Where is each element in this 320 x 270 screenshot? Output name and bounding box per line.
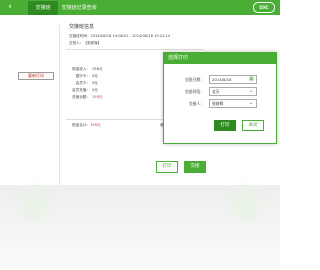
chevron-left-icon: ‹ — [8, 2, 12, 12]
brand-logo: DXC — [253, 2, 275, 13]
person-value: 【张前辉】 — [83, 41, 102, 45]
tab-handover-records[interactable]: 交接班记录查询 — [58, 1, 100, 15]
person-label: 交接人： — [188, 101, 204, 106]
row-value: 158元 — [92, 95, 103, 99]
decorative-glow — [20, 190, 50, 220]
handover-person: 交班人：【张前辉】 — [69, 41, 101, 46]
print-dialog: 选择打印 交班日期： 2014/8/18 ▦ 交班时段： 全天 ⌄ 交接人： 张… — [163, 52, 277, 144]
row-label: 银行卡： — [75, 74, 90, 78]
period-value: 全天 — [212, 89, 220, 94]
period-label: 交班时段： — [185, 89, 204, 94]
left-panel: 重新打印 — [8, 25, 60, 185]
app-window: ‹ 交接班 交接班记录查询 DXC 重新打印 交接班信息 交接班时间：2014/… — [0, 0, 280, 270]
person-value: 张前辉 — [212, 101, 224, 106]
row-label: 会员卡： — [75, 81, 90, 85]
row-label: 会员充值： — [72, 88, 90, 92]
cash-label: 现金合计： — [72, 123, 90, 127]
row-value: 0元 — [92, 74, 98, 78]
person-select[interactable]: 张前辉 ⌄ — [209, 99, 257, 108]
back-button[interactable]: ‹ — [3, 2, 17, 13]
dialog-close-button[interactable]: 关闭 — [242, 120, 264, 131]
chevron-down-icon[interactable]: ⌄ — [249, 101, 254, 106]
divider — [66, 49, 204, 50]
handover-button[interactable]: 交接 — [184, 161, 206, 173]
row-label: 总营业额： — [72, 95, 90, 99]
person-label: 交班人： — [69, 41, 84, 45]
dialog-title: 选择打印 — [164, 53, 276, 64]
row-value: 0元 — [92, 88, 98, 92]
date-field[interactable]: 2014/8/18 ▦ — [209, 75, 257, 84]
person-row: 交接人： 张前辉 ⌄ — [164, 99, 276, 108]
date-row: 交班日期： 2014/8/18 ▦ — [164, 75, 276, 84]
row-label: 现金收入： — [72, 67, 90, 71]
top-bar: ‹ 交接班 交接班记录查询 DXC — [0, 0, 280, 15]
date-value: 2014/8/18 — [212, 77, 232, 82]
dialog-print-button[interactable]: 打印 — [214, 120, 236, 131]
handover-period: 交接班时间：2014/08/18 19:08:01 - 2014/08/18 1… — [69, 34, 170, 39]
date-label: 交班日期： — [185, 77, 204, 82]
period-row: 交班时段： 全天 ⌄ — [164, 87, 276, 96]
row-value: 158元 — [92, 67, 103, 71]
period-label: 交接班时间： — [69, 34, 91, 38]
cash-value: 158元 — [90, 123, 101, 127]
print-button[interactable]: 打印 — [156, 161, 178, 173]
reprint-button[interactable]: 重新打印 — [18, 72, 54, 80]
decorative-glow — [230, 190, 260, 220]
period-value: 2014/08/18 19:08:01 - 2014/08/18 19:22:1… — [90, 34, 171, 38]
calendar-icon[interactable]: ▦ — [249, 77, 254, 82]
chevron-down-icon[interactable]: ⌄ — [249, 89, 254, 94]
period-select[interactable]: 全天 ⌄ — [209, 87, 257, 96]
tab-handover[interactable]: 交接班 — [28, 1, 58, 15]
section-title: 交接班信息 — [69, 24, 95, 30]
row-value: 0元 — [92, 81, 98, 85]
